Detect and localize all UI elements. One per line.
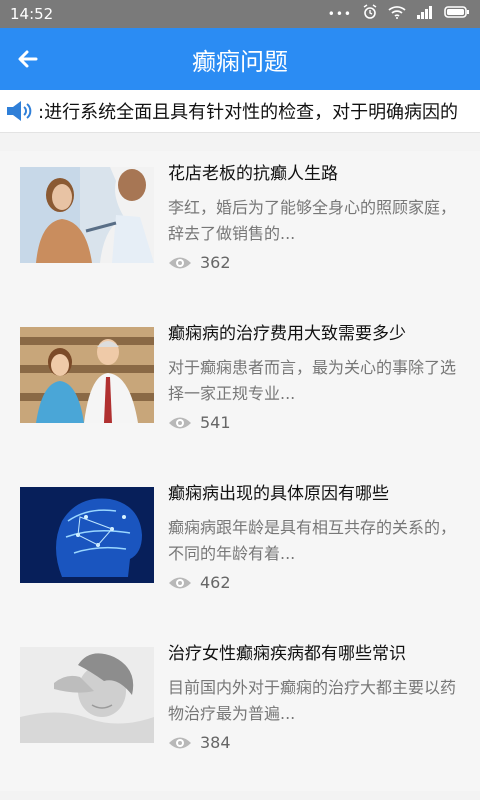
article-thumbnail [20, 487, 154, 583]
view-count-value: 362 [200, 253, 231, 272]
article-list: 花店老板的抗癫人生路 李红，婚后为了能够全身心的照顾家庭，辞去了做销售的... … [0, 151, 480, 791]
view-count: 384 [168, 733, 231, 752]
eye-icon [169, 417, 191, 428]
list-item[interactable]: 治疗女性癫痫疾病都有哪些常识 目前国内外对于癫痫的治疗大都主要以药物治疗最为普遍… [0, 631, 480, 791]
view-count-value: 462 [200, 573, 231, 592]
list-item[interactable]: 癫痫病的治疗费用大致需要多少 对于癫痫患者而言，最为关心的事除了选择一家正规专业… [0, 311, 480, 471]
article-thumbnail [20, 647, 154, 743]
view-count-value: 384 [200, 733, 231, 752]
eye-icon [169, 577, 191, 588]
status-icons: ••• [328, 4, 470, 24]
notice-text: :进行系统全面且具有针对性的检查，对于明确病因的 [38, 102, 459, 123]
view-count: 462 [168, 573, 231, 592]
article-summary: 李红，婚后为了能够全身心的照顾家庭，辞去了做销售的... [168, 198, 457, 243]
article-title: 癫痫病出现的具体原因有哪些 [168, 484, 389, 504]
article-summary: 目前国内外对于癫痫的治疗大都主要以药物治疗最为普遍... [168, 678, 457, 723]
article-summary: 对于癫痫患者而言，最为关心的事除了选择一家正规专业... [168, 358, 457, 403]
article-title: 花店老板的抗癫人生路 [168, 164, 338, 184]
notice-marquee[interactable]: :进行系统全面且具有针对性的检查，对于明确病因的 [0, 90, 480, 133]
eye-icon [169, 737, 191, 748]
article-summary: 癫痫病跟年龄是具有相互共存的关系的，不同的年龄有着... [168, 518, 457, 563]
article-title: 治疗女性癫痫疾病都有哪些常识 [168, 644, 406, 664]
back-button[interactable] [0, 28, 56, 90]
view-count: 541 [168, 413, 231, 432]
article-thumbnail [20, 167, 154, 263]
arrow-left-icon [18, 50, 38, 68]
list-item[interactable]: 花店老板的抗癫人生路 李红，婚后为了能够全身心的照顾家庭，辞去了做销售的... … [0, 151, 480, 311]
status-time: 14:52 [10, 5, 54, 23]
more-notifications-icon: ••• [327, 7, 352, 21]
page-title: 癫痫问题 [192, 47, 288, 76]
view-count-value: 541 [200, 413, 231, 432]
list-item[interactable]: 癫痫病出现的具体原因有哪些 癫痫病跟年龄是具有相互共存的关系的，不同的年龄有着.… [0, 471, 480, 631]
battery-icon [444, 5, 470, 23]
signal-icon [416, 5, 434, 23]
status-bar: 14:52 ••• [0, 0, 480, 28]
view-count: 362 [168, 253, 231, 272]
wifi-icon [388, 5, 406, 23]
article-title: 癫痫病的治疗费用大致需要多少 [168, 324, 406, 344]
alarm-icon [362, 4, 378, 24]
article-thumbnail [20, 327, 154, 423]
eye-icon [169, 257, 191, 268]
speaker-icon [0, 90, 38, 132]
app-bar: 癫痫问题 [0, 28, 480, 90]
